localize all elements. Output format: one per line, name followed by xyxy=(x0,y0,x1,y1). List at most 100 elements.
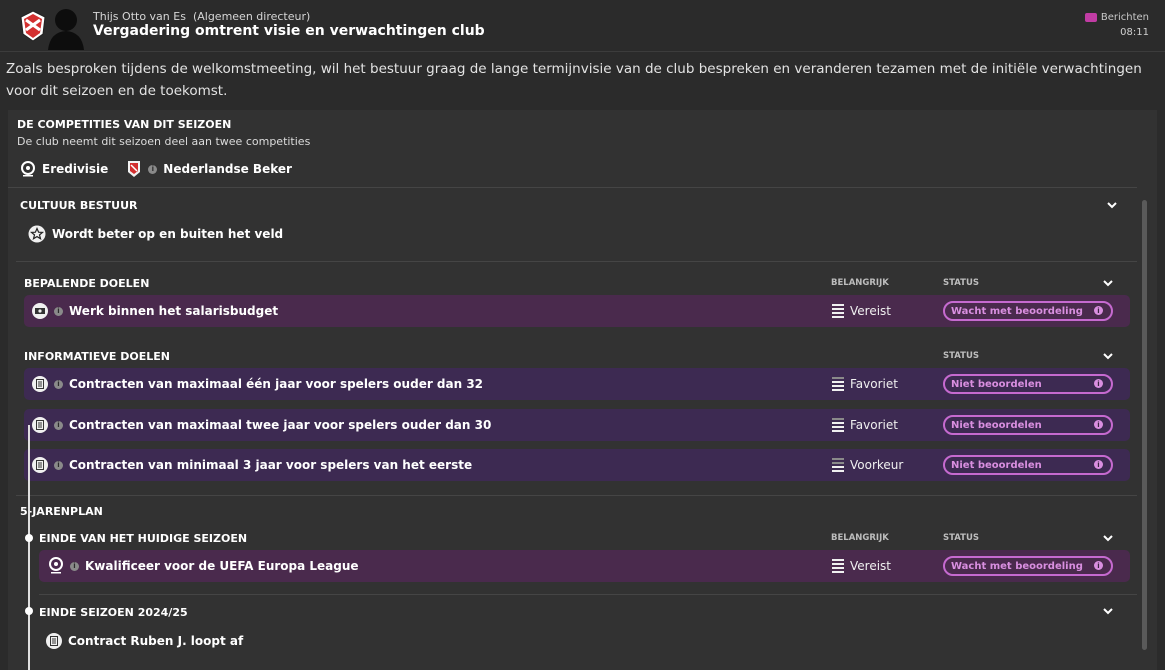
club-badge-icon xyxy=(20,10,46,42)
chevron-down-icon[interactable] xyxy=(1101,604,1115,618)
five-year-plan-title: 5-JARENPLAN xyxy=(20,505,103,518)
status-label: Niet beoordelen xyxy=(951,419,1042,431)
plan-item: Contract Ruben J. loopt af xyxy=(46,633,243,649)
status-label: Niet beoordelen xyxy=(951,459,1042,471)
importance-label: Vereist xyxy=(850,304,892,318)
info-icon[interactable]: i xyxy=(54,379,63,389)
goal-label: Werk binnen het salarisbudget xyxy=(69,304,279,318)
importance-bars-icon xyxy=(832,418,844,432)
culture-item: Wordt beter op en buiten het veld xyxy=(28,225,283,243)
importance-bars-icon xyxy=(832,559,844,573)
importance-column-header: BELANGRIJK xyxy=(831,533,889,543)
contract-icon xyxy=(32,417,48,433)
status-label: Wacht met beoordeling xyxy=(951,305,1083,317)
info-icon[interactable]: i xyxy=(1094,561,1103,570)
chevron-down-icon[interactable] xyxy=(1101,531,1115,545)
chevron-down-icon[interactable] xyxy=(1101,276,1115,290)
importance-value: Favoriet xyxy=(832,377,898,391)
culture-item-label: Wordt beter op en buiten het veld xyxy=(52,227,284,241)
info-icon[interactable]: i xyxy=(1094,306,1103,315)
status-label: Wacht met beoordeling xyxy=(951,560,1083,572)
intro-text: Zoals besproken tijdens de welkomstmeeti… xyxy=(6,61,1142,99)
info-icon[interactable]: i xyxy=(54,460,63,470)
status-pill[interactable]: Niet beoordelen i xyxy=(943,415,1113,435)
competition-beker[interactable]: Nederlandse Beker xyxy=(163,162,292,176)
info-icon[interactable]: i xyxy=(1094,379,1103,388)
star-icon xyxy=(28,225,46,243)
goal-row[interactable]: i Werk binnen het salarisbudget Vereist … xyxy=(24,295,1130,327)
importance-label: Favoriet xyxy=(850,377,898,391)
contract-icon xyxy=(32,457,48,473)
chevron-down-icon[interactable] xyxy=(1105,198,1119,212)
competition-eredivisie[interactable]: Eredivisie xyxy=(42,162,108,176)
importance-value: Vereist xyxy=(832,304,891,318)
scrollbar[interactable] xyxy=(1142,200,1147,650)
berichten-link[interactable]: Berichten xyxy=(1084,12,1149,23)
info-icon[interactable]: i xyxy=(148,164,158,174)
stage-title: EINDE VAN HET HUIDIGE SEIZOEN xyxy=(39,532,248,545)
status-column-header: STATUS xyxy=(943,278,980,288)
importance-label: Voorkeur xyxy=(850,458,904,472)
sender-name: Thijs Otto van Es xyxy=(93,10,186,23)
goal-label: Contracten van maximaal één jaar voor sp… xyxy=(69,377,484,391)
timeline-dot xyxy=(25,607,33,615)
board-vision-panel: DE COMPETITIES VAN DIT SEIZOEN De club n… xyxy=(8,110,1157,670)
importance-bars-icon xyxy=(832,377,844,391)
timeline-dot xyxy=(25,534,33,542)
message-header: Thijs Otto van Es (Algemeen directeur) V… xyxy=(0,0,1165,52)
importance-value: Favoriet xyxy=(832,418,898,432)
goal-row[interactable]: i Contracten van minimaal 3 jaar voor sp… xyxy=(24,449,1130,481)
divider xyxy=(8,187,1137,188)
importance-label: Favoriet xyxy=(850,418,898,432)
divider xyxy=(16,495,1137,496)
importance-value: Vereist xyxy=(832,559,891,573)
goal-label: Contracten van minimaal 3 jaar voor spel… xyxy=(69,458,473,472)
culture-title: CULTUUR BESTUUR xyxy=(20,199,138,212)
status-label: Niet beoordelen xyxy=(951,378,1042,390)
status-column-header: STATUS xyxy=(943,533,980,543)
status-pill[interactable]: Wacht met beoordeling i xyxy=(943,556,1113,576)
plan-item-label: Contract Ruben J. loopt af xyxy=(68,634,244,648)
competitions-subtitle: De club neemt dit seizoen deel aan twee … xyxy=(17,135,311,148)
info-icon[interactable]: i xyxy=(1094,420,1103,429)
contract-icon xyxy=(46,633,62,649)
sender-role: (Algemeen directeur) xyxy=(192,10,311,23)
eredivisie-logo-icon xyxy=(21,161,35,177)
contract-icon xyxy=(32,376,48,392)
money-icon xyxy=(32,303,48,319)
info-icon[interactable]: i xyxy=(54,306,63,316)
eredivisie-logo-icon xyxy=(49,557,63,574)
importance-bars-icon xyxy=(832,304,844,318)
divider xyxy=(16,261,1137,262)
knvb-cup-logo-icon xyxy=(128,161,141,177)
importance-label: Vereist xyxy=(850,559,892,573)
message-subject: Vergadering omtrent visie en verwachting… xyxy=(93,23,485,39)
goal-row[interactable]: i Contracten van maximaal één jaar voor … xyxy=(24,368,1130,400)
info-icon[interactable]: i xyxy=(54,420,63,430)
status-pill[interactable]: Niet beoordelen i xyxy=(943,455,1113,475)
status-pill[interactable]: Niet beoordelen i xyxy=(943,374,1113,394)
status-column-header: STATUS xyxy=(943,351,980,361)
importance-bars-icon xyxy=(832,458,844,472)
importance-value: Voorkeur xyxy=(832,458,903,472)
goal-row[interactable]: i Contracten van maximaal twee jaar voor… xyxy=(24,409,1130,441)
info-icon[interactable]: i xyxy=(70,561,79,571)
competitions-title: DE COMPETITIES VAN DIT SEIZOEN xyxy=(17,118,232,131)
avatar xyxy=(48,9,84,50)
status-pill[interactable]: Wacht met beoordeling i xyxy=(943,301,1113,321)
stage-title: EINDE SEIZOEN 2024/25 xyxy=(39,606,188,619)
informative-goals-title: INFORMATIEVE DOELEN xyxy=(24,350,170,363)
berichten-label: Berichten xyxy=(1100,12,1149,23)
defining-goals-title: BEPALENDE DOELEN xyxy=(24,277,150,290)
message-time: 08:11 xyxy=(1120,27,1149,38)
sender-line: Thijs Otto van Es (Algemeen directeur) xyxy=(93,10,310,23)
plan-goal-label: Kwalificeer voor de UEFA Europa League xyxy=(85,559,359,573)
tag-icon xyxy=(1084,13,1097,22)
divider xyxy=(39,594,1137,595)
info-icon[interactable]: i xyxy=(1094,460,1103,469)
plan-goal-row[interactable]: i Kwalificeer voor de UEFA Europa League… xyxy=(39,550,1130,582)
competitions-list: Eredivisie i Nederlandse Beker xyxy=(20,160,292,178)
timeline-line xyxy=(28,425,30,670)
importance-column-header: BELANGRIJK xyxy=(831,278,889,288)
chevron-down-icon[interactable] xyxy=(1101,349,1115,363)
